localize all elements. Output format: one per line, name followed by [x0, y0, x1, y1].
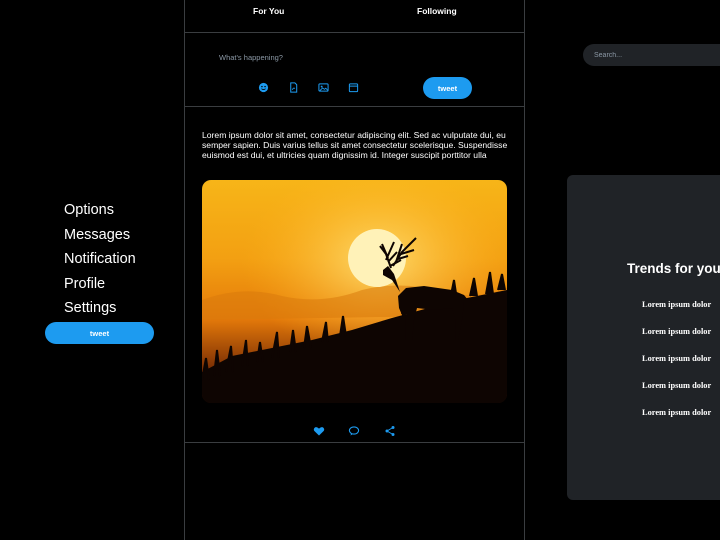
compose-tweet-button[interactable]: tweet [423, 77, 472, 99]
trends-title: Trends for you [627, 261, 720, 276]
trend-item[interactable]: Lorem ipsum dolor [642, 300, 711, 309]
trend-item[interactable]: Lorem ipsum dolor [642, 408, 711, 417]
nav-item-messages[interactable]: Messages [64, 223, 136, 248]
compose-input[interactable] [219, 50, 419, 64]
heart-icon[interactable] [313, 425, 325, 437]
tab-following[interactable]: Following [417, 6, 457, 16]
image-icon[interactable] [318, 82, 329, 93]
trend-item[interactable]: Lorem ipsum dolor [642, 327, 711, 336]
timeline-tabs: For You Following [185, 0, 524, 33]
nav-item-settings[interactable]: Settings [64, 296, 136, 321]
nav-tweet-button[interactable]: tweet [45, 322, 154, 344]
trends-panel: Trends for you Lorem ipsum dolor Lorem i… [567, 175, 720, 500]
document-icon[interactable] [288, 82, 299, 93]
share-icon[interactable] [384, 425, 396, 437]
timeline-column: For You Following tweet Lorem ipsum dolo… [184, 0, 525, 540]
nav-item-notification[interactable]: Notification [64, 247, 136, 272]
nav-item-profile[interactable]: Profile [64, 272, 136, 297]
tab-for-you[interactable]: For You [253, 6, 284, 16]
search-bar [583, 44, 720, 66]
tweet-composer: tweet [185, 33, 524, 107]
trend-item[interactable]: Lorem ipsum dolor [642, 354, 711, 363]
left-nav: Options Messages Notification Profile Se… [64, 198, 136, 321]
post-card: Lorem ipsum dolor sit amet, consectetur … [185, 107, 524, 443]
search-input[interactable] [594, 51, 714, 59]
calendar-icon[interactable] [348, 82, 359, 93]
trend-item[interactable]: Lorem ipsum dolor [642, 381, 711, 390]
nav-item-options[interactable]: Options [64, 198, 136, 223]
post-text: Lorem ipsum dolor sit amet, consectetur … [202, 130, 508, 160]
comment-icon[interactable] [348, 425, 360, 437]
emoji-icon[interactable] [258, 82, 269, 93]
post-image [202, 180, 507, 403]
